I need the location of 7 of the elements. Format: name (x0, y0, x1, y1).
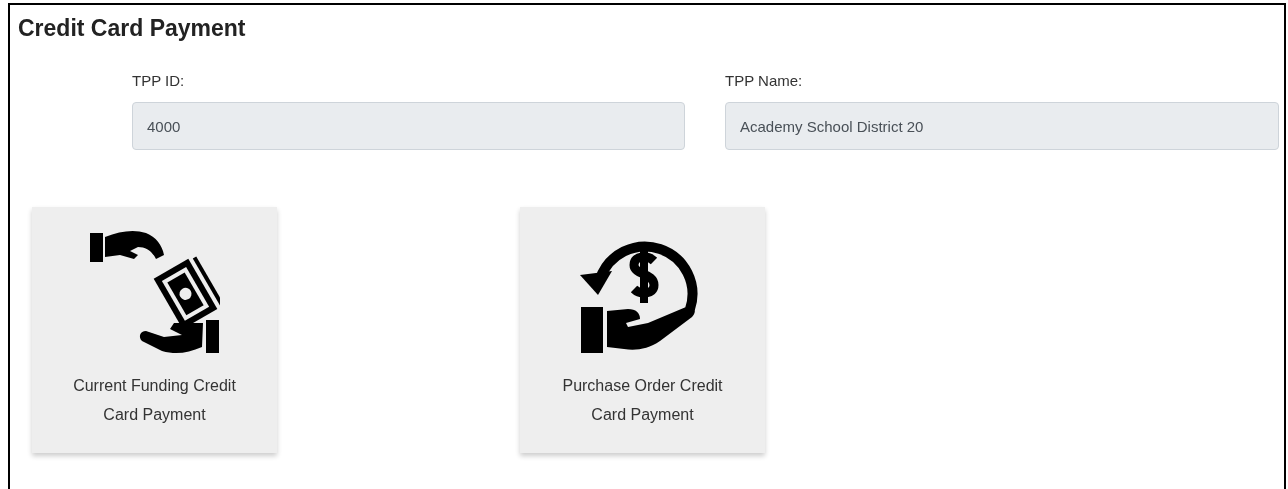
input-field[interactable]: 4000 (132, 102, 685, 150)
input-field[interactable]: Academy School District 20 (725, 102, 1279, 150)
payment-option-card[interactable]: Purchase Order Credit Card Payment (520, 207, 765, 453)
page-title: Credit Card Payment (17, 14, 247, 42)
field-label: TPP Name: (725, 72, 803, 89)
payment-option-card[interactable]: Current Funding Credit Card Payment (32, 207, 277, 453)
field-label: TPP ID: (132, 72, 185, 89)
